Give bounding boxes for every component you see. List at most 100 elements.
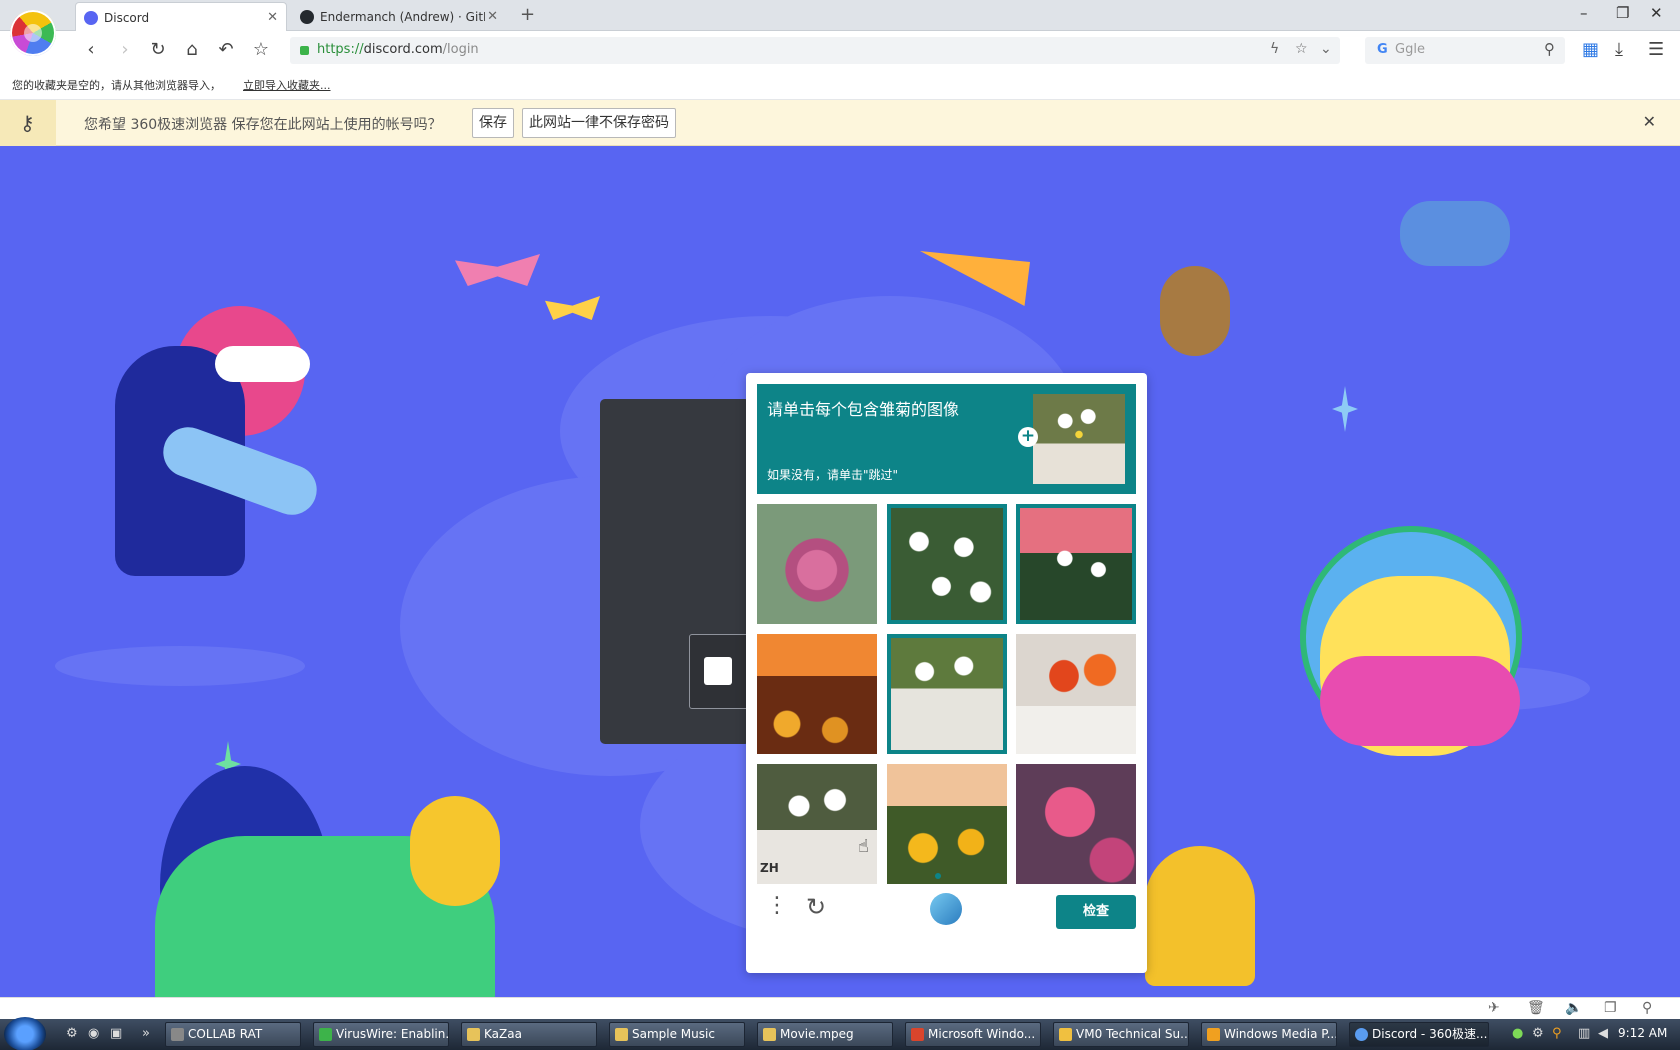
tray-icon[interactable]: ● xyxy=(1512,1026,1523,1041)
undo-close-button[interactable]: ↶ xyxy=(215,39,237,61)
rocket-icon[interactable]: ✈ xyxy=(1488,1000,1500,1016)
captcha-menu-icon[interactable]: ⋮ xyxy=(766,893,788,918)
taskbar-item[interactable]: Movie.mpeg xyxy=(757,1022,893,1047)
never-save-button[interactable]: 此网站一律不保存密码 xyxy=(522,108,676,138)
captcha-tile-daisy-vase[interactable] xyxy=(887,634,1007,754)
address-bar[interactable]: https://discord.com/login ϟ ☆ ⌄ xyxy=(290,37,1340,64)
lightning-icon[interactable]: ϟ xyxy=(1270,41,1279,57)
taskbar-item[interactable]: Windows Media P... xyxy=(1201,1022,1337,1047)
lock-icon xyxy=(300,46,309,55)
quicklaunch-icon[interactable]: ◉ xyxy=(88,1026,99,1041)
volume-icon[interactable]: ◀ xyxy=(1598,1026,1608,1041)
language-label[interactable]: ZH xyxy=(760,861,779,875)
chevron-down-icon[interactable]: ⌄ xyxy=(1320,41,1332,57)
taskbar-item-active[interactable]: Discord - 360极速... xyxy=(1349,1022,1489,1047)
taskbar-item[interactable]: VM0 Technical Su... xyxy=(1053,1022,1189,1047)
gramophone-character-decoration xyxy=(1145,846,1255,986)
hcaptcha-logo-icon xyxy=(930,893,962,925)
tab-discord[interactable]: Discord ✕ xyxy=(75,2,287,32)
tray-icon[interactable]: ⚙ xyxy=(1532,1026,1544,1041)
network-icon[interactable]: ▥ xyxy=(1578,1026,1590,1041)
speaker-icon[interactable]: 🔈 xyxy=(1565,1000,1582,1016)
pink-character-body xyxy=(1320,656,1520,746)
taskbar-item[interactable]: Microsoft Windo... xyxy=(905,1022,1041,1047)
close-infobar-icon[interactable]: ✕ xyxy=(1643,112,1656,131)
key-icon: ⚷ xyxy=(20,111,35,135)
captcha-tile-daisy[interactable] xyxy=(887,504,1007,624)
new-tab-button[interactable]: + xyxy=(520,4,535,25)
tab-title: Discord xyxy=(104,10,150,25)
taskbar-item[interactable]: VirusWire: Enablin... xyxy=(313,1022,449,1047)
captcha-tile-tulips[interactable] xyxy=(1016,634,1136,754)
hcaptcha-dialog: 请单击每个包含雏菊的图像 如果没有，请单击"跳过" + ZH ⋮ ↻ 检查 xyxy=(746,373,1147,973)
flying-book-decoration xyxy=(545,296,600,320)
close-window-button[interactable]: ✕ xyxy=(1650,4,1663,22)
hand-cursor-icon: ☝ xyxy=(858,836,869,857)
google-icon: G xyxy=(1377,42,1388,57)
tab-github[interactable]: Endermanch (Andrew) · GitHu ✕ xyxy=(292,2,506,31)
taskbar-item[interactable]: COLLAB RAT xyxy=(165,1022,301,1047)
tab-strip: Discord ✕ Endermanch (Andrew) · GitHu ✕ … xyxy=(0,0,1680,32)
url-text[interactable]: https://discord.com/login xyxy=(317,42,479,57)
taskbar-item[interactable]: KaZaa xyxy=(461,1022,597,1047)
pizza-slice-decoration xyxy=(920,251,1030,306)
discord-favicon-icon xyxy=(84,11,98,25)
key-icon-box: ⚷ xyxy=(0,100,56,146)
download-icon[interactable]: ⤓ xyxy=(1615,39,1623,60)
captcha-tile-daisy-red[interactable] xyxy=(1016,504,1136,624)
forward-button[interactable]: › xyxy=(114,39,136,61)
menu-icon[interactable]: ☰ xyxy=(1648,39,1664,60)
chat-bubble-icon xyxy=(215,346,310,382)
favorite-button[interactable]: ☆ xyxy=(250,39,272,61)
captcha-prompt: 请单击每个包含雏菊的图像 如果没有，请单击"跳过" + xyxy=(757,384,1136,494)
github-favicon-icon xyxy=(300,10,314,24)
tray-icon[interactable]: ⚲ xyxy=(1552,1026,1562,1041)
quicklaunch-icon[interactable]: ⚙ xyxy=(66,1026,78,1041)
captcha-tile-sunflower-field[interactable] xyxy=(887,764,1007,884)
captcha-subtitle: 如果没有，请单击"跳过" xyxy=(767,468,899,482)
plus-icon[interactable]: + xyxy=(1018,427,1038,447)
example-image xyxy=(1033,394,1125,484)
home-button[interactable]: ⌂ xyxy=(181,39,203,61)
sparkle-decoration xyxy=(1332,386,1358,432)
quicklaunch-icon[interactable]: ▣ xyxy=(110,1026,122,1041)
captcha-tile-rose[interactable] xyxy=(757,504,877,624)
browser-logo-icon[interactable] xyxy=(10,10,56,56)
bat-creature-decoration xyxy=(1400,201,1510,266)
qr-code-placeholder xyxy=(689,634,749,709)
bookmark-bar: 您的收藏夹是空的，请从其他浏览器导入， 立即导入收藏夹... xyxy=(0,69,1680,100)
captcha-tile-peony[interactable] xyxy=(1016,764,1136,884)
back-button[interactable]: ‹ xyxy=(80,39,102,61)
apps-icon[interactable]: ▦ xyxy=(1582,39,1599,60)
system-clock: 9:12 AM xyxy=(1618,1026,1668,1040)
bookmark-star-icon[interactable]: ☆ xyxy=(1295,41,1308,57)
taskbar-item[interactable]: Sample Music xyxy=(609,1022,745,1047)
browser-status-bar: ✈ 🗑 🔈 ❐ ⚲ xyxy=(0,997,1680,1019)
zoom-icon[interactable]: ⚲ xyxy=(1642,1000,1652,1016)
window-icon[interactable]: ❐ xyxy=(1604,1000,1617,1016)
bookmark-empty-message: 您的收藏夹是空的，请从其他浏览器导入， xyxy=(12,79,221,92)
hamster-decoration xyxy=(1160,266,1230,356)
navigation-bar: ‹ › ↻ ⌂ ↶ ☆ https://discord.com/login ϟ … xyxy=(0,31,1680,69)
background-cloud xyxy=(55,646,305,686)
trash-icon[interactable]: 🗑 xyxy=(1527,1000,1545,1016)
tab-title: Endermanch (Andrew) · GitHu xyxy=(320,9,485,24)
captcha-refresh-icon[interactable]: ↻ xyxy=(806,893,826,921)
save-password-message: 您希望 360极速浏览器 保存您在此网站上使用的帐号吗？ xyxy=(84,117,442,133)
import-bookmarks-link[interactable]: 立即导入收藏夹... xyxy=(243,77,331,93)
more-icon[interactable]: » xyxy=(142,1026,150,1041)
start-button[interactable] xyxy=(4,1017,46,1050)
search-placeholder[interactable]: Ggle xyxy=(1395,42,1425,57)
reload-button[interactable]: ↻ xyxy=(147,39,169,61)
captcha-tile-sunset-sunflowers[interactable] xyxy=(757,634,877,754)
captcha-check-button[interactable]: 检查 xyxy=(1056,895,1136,929)
search-icon[interactable]: ⚲ xyxy=(1544,40,1555,58)
close-tab-icon[interactable]: ✕ xyxy=(487,9,498,24)
flying-book-decoration xyxy=(455,254,540,286)
yellow-duck-decoration xyxy=(410,796,500,906)
search-box[interactable]: G Ggle ⚲ xyxy=(1365,37,1565,64)
minimize-button[interactable]: – xyxy=(1580,4,1588,22)
restore-button[interactable]: ❐ xyxy=(1616,4,1629,22)
close-tab-icon[interactable]: ✕ xyxy=(267,10,278,25)
save-password-button[interactable]: 保存 xyxy=(472,108,514,138)
